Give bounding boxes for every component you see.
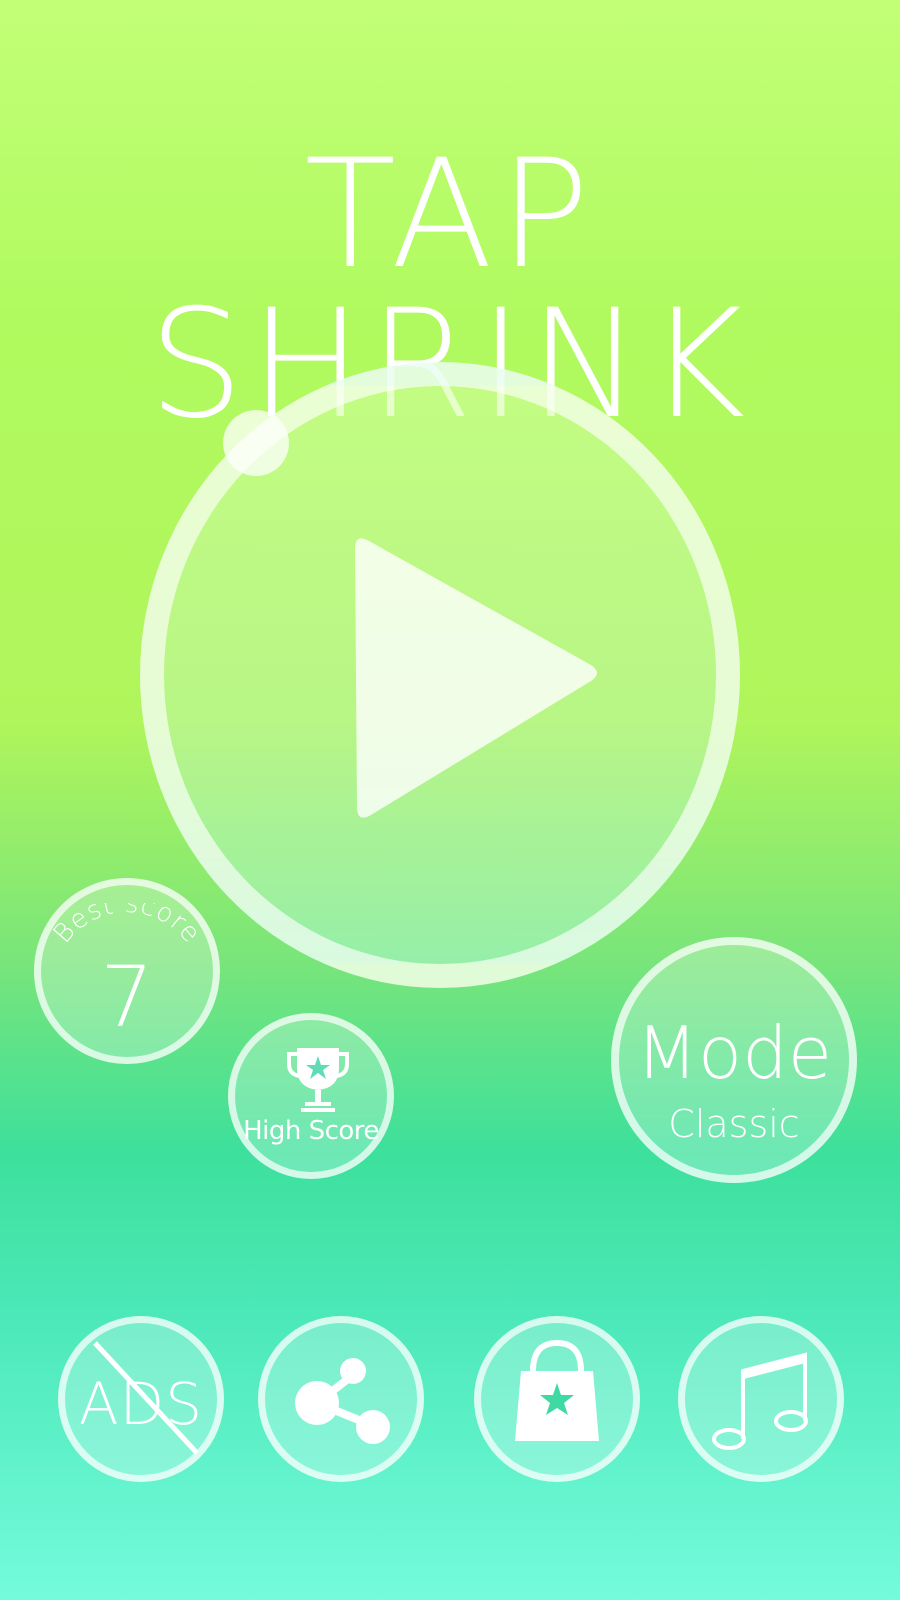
play-icon [355, 538, 597, 818]
best-score-value: 7 [100, 948, 154, 1046]
high-score-label: High Score [243, 1116, 379, 1146]
trophy-star-icon [287, 1048, 349, 1112]
best-score-badge: Best score 7 [34, 878, 220, 1064]
shop-button[interactable] [474, 1316, 640, 1482]
mode-title: Mode [635, 1011, 833, 1095]
shopping-bag-star-icon [515, 1339, 599, 1441]
share-button[interactable] [258, 1316, 424, 1482]
music-note-icon [712, 1352, 808, 1450]
no-ads-icon [93, 1341, 199, 1455]
mode-button[interactable]: Mode Classic [611, 937, 857, 1183]
high-score-button[interactable]: High Score [228, 1013, 394, 1179]
mode-value: Classic [668, 1102, 800, 1146]
best-score-label-text: Best score [48, 903, 206, 949]
play-ring-knob [223, 410, 289, 476]
music-button[interactable] [678, 1316, 844, 1482]
share-icon [295, 1358, 390, 1444]
svg-text:Best score: Best score [48, 903, 207, 949]
no-ads-button[interactable]: ADS [58, 1316, 224, 1482]
